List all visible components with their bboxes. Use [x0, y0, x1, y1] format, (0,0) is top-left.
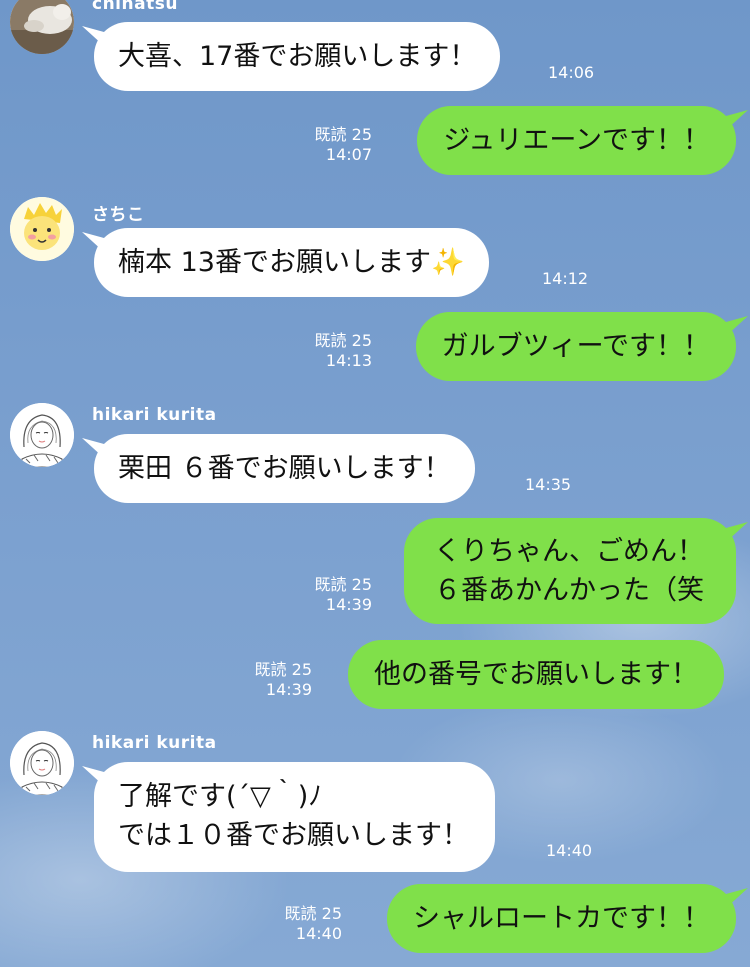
read-receipt: 既読 25 [314, 575, 372, 594]
read-receipt-block: 既読 25 14:40 [285, 904, 342, 944]
message-text: 大喜、17番でお願いします！ [118, 41, 477, 72]
bubble-tail [726, 888, 748, 908]
message-text: 栗田 ６番でお願いします！ [118, 453, 451, 484]
cat-photo-avatar[interactable] [10, 0, 74, 54]
outgoing-message-bubble[interactable]: ガルブツィーです！！ [415, 312, 736, 381]
sketch-girl-avatar[interactable] [10, 731, 74, 795]
read-receipt-block: 既読 25 14:07 [315, 125, 372, 165]
message-text: ジュリエーンです！！ [443, 125, 710, 156]
read-receipt: 既読 25 [254, 660, 312, 679]
message-text-line: 了解です(´▽｀)ﾉ [118, 781, 322, 812]
message-text-line: ６番あかんかった（笑 [434, 575, 704, 606]
yellow-character-avatar[interactable] [10, 197, 74, 261]
outgoing-message-bubble[interactable]: 他の番号でお願いします！ [348, 640, 724, 709]
incoming-message-bubble[interactable]: 了解です(´▽｀)ﾉ では１０番でお願いします！ [94, 762, 495, 872]
sender-name: さちこ [92, 205, 145, 225]
timestamp: 14:12 [542, 269, 589, 288]
timestamp: 14:40 [546, 841, 593, 860]
read-receipt-block: 既読 25 14:13 [315, 331, 372, 371]
timestamp: 14:06 [548, 63, 595, 82]
read-receipt-block: 既読 25 14:39 [255, 660, 312, 700]
sender-name: chinatsu [92, 0, 178, 14]
message-text: シャルロートカです！！ [413, 903, 710, 934]
timestamp: 14:13 [325, 351, 372, 370]
message-text: 楠本 13番でお願いします✨ [118, 247, 465, 278]
message-text-line: では１０番でお願いします！ [118, 820, 469, 851]
bubble-tail [726, 522, 748, 542]
outgoing-message-bubble[interactable]: くりちゃん、ごめん！ ６番あかんかった（笑 [404, 518, 736, 624]
sender-name: hikari kurita [92, 733, 217, 753]
message-text-line: くりちゃん、ごめん！ [434, 536, 704, 567]
outgoing-message-bubble[interactable]: ジュリエーンです！！ [417, 106, 736, 175]
chat-area[interactable]: chinatsu 大喜、17番でお願いします！ 14:06 既読 25 14:0… [0, 0, 750, 967]
bubble-tail [726, 110, 748, 130]
incoming-message-bubble[interactable]: 楠本 13番でお願いします✨ [94, 228, 489, 297]
read-receipt: 既読 25 [314, 125, 372, 144]
bubble-tail [726, 316, 748, 336]
timestamp: 14:40 [295, 924, 342, 943]
timestamp: 14:39 [265, 680, 312, 699]
timestamp: 14:07 [325, 145, 372, 164]
read-receipt: 既読 25 [284, 904, 342, 923]
sketch-girl-avatar[interactable] [10, 403, 74, 467]
read-receipt-block: 既読 25 14:39 [315, 575, 372, 615]
message-text: ガルブツィーです！！ [441, 331, 710, 362]
incoming-message-bubble[interactable]: 大喜、17番でお願いします！ [94, 22, 501, 91]
message-text: 他の番号でお願いします！ [374, 659, 698, 690]
timestamp: 14:35 [525, 475, 572, 494]
read-receipt: 既読 25 [314, 331, 372, 350]
outgoing-message-bubble[interactable]: シャルロートカです！！ [387, 884, 736, 953]
timestamp: 14:39 [325, 595, 372, 614]
incoming-message-bubble[interactable]: 栗田 ６番でお願いします！ [94, 434, 475, 503]
sender-name: hikari kurita [92, 405, 217, 425]
